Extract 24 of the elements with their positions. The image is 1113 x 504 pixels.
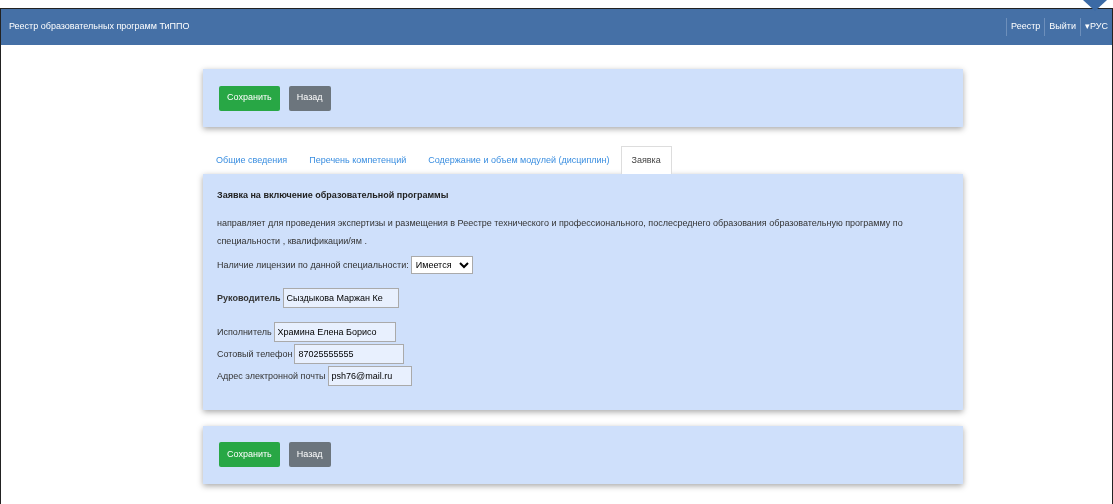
form-heading: Заявка на включение образовательной программы (217, 189, 450, 201)
tab[interactable]: Общие сведения (205, 146, 299, 174)
field-label: Исполнитель (217, 325, 272, 339)
input-field[interactable]: Храмина Елена Борисо (273, 322, 396, 343)
field-label: Наличие лицензии по данной специальности: (217, 258, 409, 272)
back-button[interactable]: Назад (288, 442, 331, 467)
input-field[interactable]: 87025555555 (294, 344, 405, 365)
tab[interactable]: Содержание и объем модулей (дисциплин) (417, 146, 621, 174)
back-button[interactable]: Назад (288, 85, 331, 111)
tab[interactable]: Перечень компетенций (298, 146, 418, 174)
save-button[interactable]: Сохранить (219, 442, 280, 467)
tab[interactable]: Заявка (620, 146, 672, 174)
field-label: Сотовый телефон (217, 347, 293, 361)
nav-link[interactable]: Реестр (1006, 18, 1045, 36)
input-field[interactable]: Сыздыкова Маржан Ке (282, 288, 400, 309)
nav-link[interactable]: ▾РУС (1079, 18, 1112, 36)
save-button[interactable]: Сохранить (219, 85, 280, 111)
field-label: Руководитель (217, 291, 281, 305)
nav-link[interactable]: Выйти (1044, 18, 1080, 36)
field-label: Адрес электронной почты (217, 369, 326, 383)
input-field[interactable]: psh76@mail.ru (327, 366, 412, 387)
app-title: Реестр образовательных программ ТиППО (9, 20, 190, 34)
license-dropdown[interactable]: Имеется (410, 256, 473, 275)
description-text: направляет для проведения экспертизы и размещения в Реестре технического и профессионального, послесреднего образования образовательную программу по специальности , квалификации/ям . (217, 217, 904, 249)
